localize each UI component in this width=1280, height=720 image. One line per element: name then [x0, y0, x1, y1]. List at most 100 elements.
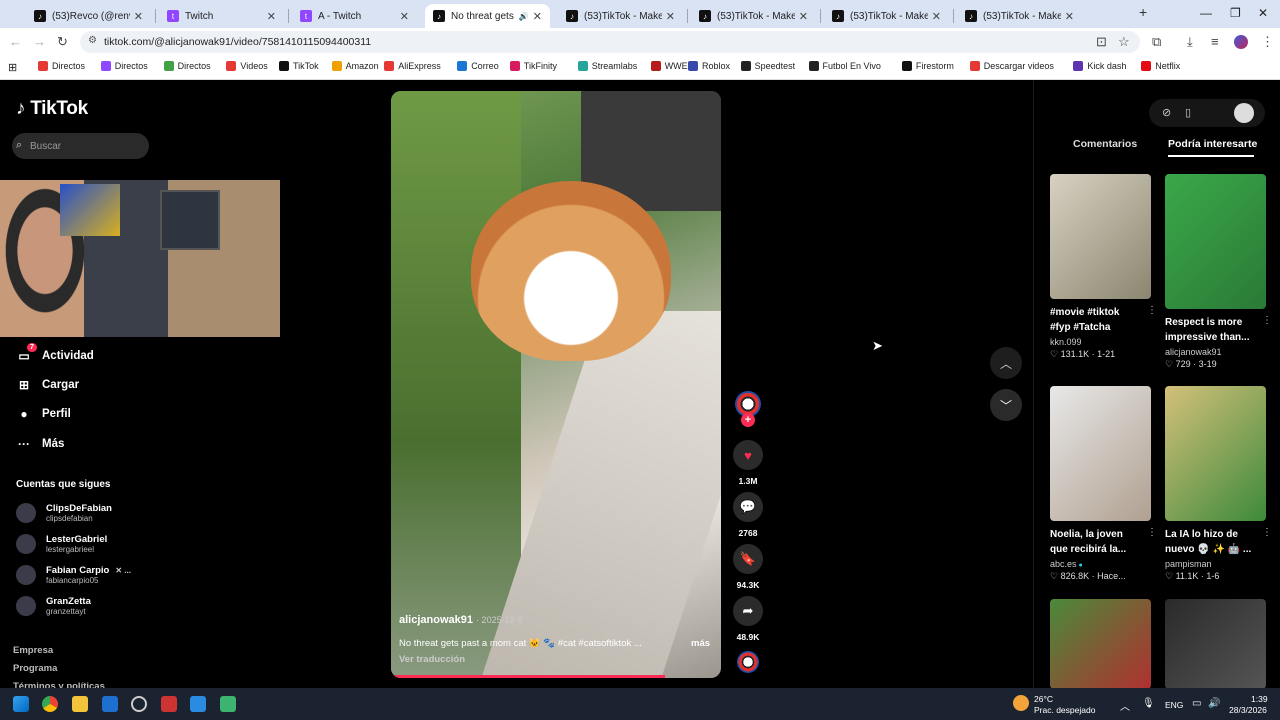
card-title[interactable]: #movie #tiktok #fyp #Tatcha: [1050, 305, 1138, 336]
volume-icon[interactable]: 🔊: [1208, 698, 1220, 709]
video-thumbnail[interactable]: [1165, 599, 1266, 689]
tab-suggestions[interactable]: Podría interesarte: [1168, 138, 1257, 150]
minimize-icon[interactable]: —: [1200, 6, 1212, 20]
bookmark-item[interactable]: Directos: [38, 61, 85, 71]
suggested-video-card[interactable]: Respect is more impressive than... ⋮ alicj…: [1165, 174, 1272, 370]
tab-comments[interactable]: Comentarios: [1073, 138, 1137, 150]
suggested-video-card[interactable]: Noelia, la joven que recibirá la... ⋮ abc.…: [1050, 386, 1157, 582]
card-more-icon[interactable]: ⋮: [1147, 527, 1157, 538]
bookmark-item[interactable]: Streamlabs: [577, 61, 637, 71]
card-author[interactable]: pampisman: [1165, 559, 1266, 569]
tab-close-icon[interactable]: ✕: [267, 10, 276, 23]
apps-icon[interactable]: ⊞: [8, 61, 17, 74]
bookmark-item[interactable]: Videos: [226, 61, 268, 71]
bookmark-item[interactable]: Correo: [457, 61, 499, 71]
followed-account[interactable]: ClipsDeFabian clipsdefabian: [16, 503, 112, 523]
bookmark-item[interactable]: Kick dash: [1073, 61, 1126, 71]
suggested-video-card[interactable]: #movie #tiktok #fyp #Tatcha ⋮ kkn.099 ♡ 131…: [1050, 174, 1157, 360]
address-bar[interactable]: ⚙ tiktok.com/@alicjanowak91/video/758141…: [80, 31, 1140, 53]
browser-tab[interactable]: ♪ (53)TikTok - Make Your D ✕: [558, 4, 683, 28]
tab-close-icon[interactable]: ✕: [666, 10, 675, 23]
app-red-icon[interactable]: [161, 696, 177, 712]
follow-plus-icon[interactable]: +: [741, 413, 755, 427]
tab-close-icon[interactable]: ✕: [932, 10, 941, 23]
video-author[interactable]: alicjanowak91: [399, 614, 473, 626]
browser-tab[interactable]: ♪ (53)TikTok - Make Your D ✕: [691, 4, 816, 28]
download-icon[interactable]: ⤓: [1187, 34, 1193, 50]
bookmark-item[interactable]: Futbol En Vivo: [808, 61, 881, 71]
install-icon[interactable]: ⊡: [1096, 34, 1107, 50]
app-circle-icon[interactable]: [131, 696, 147, 712]
lang-indicator[interactable]: ENG: [1165, 700, 1183, 710]
tab-close-icon[interactable]: ✕: [533, 10, 542, 23]
card-more-icon[interactable]: ⋮: [1147, 305, 1157, 316]
footer-link[interactable]: Empresa: [13, 645, 53, 656]
tray-chevron-icon[interactable]: ︿: [1120, 698, 1130, 713]
browser-tab[interactable]: ♪ (53)Revco (@renvco) | Tik ✕: [26, 4, 151, 28]
footer-link[interactable]: Programa: [13, 663, 57, 674]
card-more-icon[interactable]: ⋮: [1262, 315, 1272, 326]
followed-account[interactable]: GranZetta granzettayt: [16, 596, 91, 616]
bookmark-item[interactable]: Roblox: [688, 61, 730, 71]
search-input[interactable]: ⌕ Buscar: [12, 133, 149, 159]
bookmark-item[interactable]: Amazon: [331, 61, 379, 71]
comment-action[interactable]: 💬 2768: [733, 492, 763, 538]
back-icon[interactable]: ←: [9, 34, 22, 49]
card-author[interactable]: alicjanowak91: [1165, 347, 1266, 357]
card-title[interactable]: La IA lo hizo de nuevo 💀 ✨ 🤖 ...: [1165, 527, 1253, 558]
media-icon[interactable]: ≡: [1211, 34, 1219, 49]
video-thumbnail[interactable]: [1050, 174, 1151, 299]
maximize-icon[interactable]: ❐: [1230, 6, 1241, 20]
bookmark-item[interactable]: TikFinity: [509, 61, 557, 71]
share-action[interactable]: ➦ 48.9K: [733, 596, 763, 642]
extensions-icon[interactable]: ⧉: [1152, 34, 1161, 50]
like-action[interactable]: ♥ 1.3M: [733, 440, 763, 486]
sidebar-item-perfil[interactable]: ● Perfil: [16, 407, 70, 421]
star-icon[interactable]: ☆: [1118, 34, 1130, 50]
chrome-icon[interactable]: [42, 696, 58, 712]
sidebar-item-cargar[interactable]: ⊞ Cargar: [16, 378, 79, 392]
profile-avatar[interactable]: [1234, 35, 1248, 49]
reload-icon[interactable]: ↻: [57, 34, 68, 50]
like-icon[interactable]: ♥: [733, 440, 763, 470]
bookmark-item[interactable]: Firestorm: [901, 61, 954, 71]
app-blue-icon[interactable]: [190, 696, 206, 712]
weather-icon[interactable]: [1013, 695, 1029, 711]
video-thumbnail[interactable]: [1050, 599, 1151, 689]
sidebar-item-más[interactable]: ··· Más: [16, 437, 64, 451]
suggested-video-card[interactable]: [1050, 599, 1151, 689]
bookmark-item[interactable]: Netflix: [1141, 61, 1180, 71]
caption-more-link[interactable]: más: [691, 638, 710, 649]
explore-icon[interactable]: ⊘: [1162, 106, 1171, 119]
close-window-icon[interactable]: ✕: [1258, 6, 1268, 20]
bookmark-action[interactable]: 🔖 94.3K: [733, 544, 763, 590]
prev-video-button[interactable]: ︿: [990, 347, 1022, 379]
video-thumbnail[interactable]: [1050, 386, 1151, 521]
video-progress-bar[interactable]: [391, 675, 665, 678]
suggested-video-card[interactable]: [1165, 599, 1266, 689]
tab-close-icon[interactable]: ✕: [799, 10, 808, 23]
device-icon[interactable]: ▯: [1185, 106, 1191, 119]
card-title[interactable]: Respect is more impressive than...: [1165, 315, 1253, 346]
menu-icon[interactable]: ⋮: [1261, 34, 1274, 50]
sidebar-item-actividad[interactable]: ▭ Actividad 7: [16, 343, 94, 363]
followed-account[interactable]: LesterGabriel lestergabrieel: [16, 534, 107, 554]
app-v-icon[interactable]: [102, 696, 118, 712]
user-avatar[interactable]: [1234, 103, 1254, 123]
bookmark-item[interactable]: WWE: [650, 61, 688, 71]
folder-icon[interactable]: [72, 696, 88, 712]
browser-tab[interactable]: ♪ (53)TikTok - Make Your D ✕: [824, 4, 949, 28]
tab-close-icon[interactable]: ✕: [134, 10, 143, 23]
bookmark-item[interactable]: AliExpress: [384, 61, 441, 71]
tab-close-icon[interactable]: ✕: [1065, 10, 1074, 23]
tiktok-logo[interactable]: ♪ TikTok: [16, 98, 88, 120]
translate-link[interactable]: Ver traducción: [399, 654, 465, 665]
tab-audio-icon[interactable]: 🔊: [519, 12, 529, 21]
tab-close-icon[interactable]: ✕: [400, 10, 409, 23]
new-tab-button[interactable]: +: [1139, 4, 1147, 20]
browser-tab[interactable]: ♪ (53)TikTok - Make Your D ✕: [957, 4, 1082, 28]
next-video-button[interactable]: ﹀: [990, 389, 1022, 421]
site-info-icon[interactable]: ⚙: [88, 35, 97, 46]
suggested-video-card[interactable]: La IA lo hizo de nuevo 💀 ✨ 🤖 ... ⋮ pampism…: [1165, 386, 1272, 582]
app-green-icon[interactable]: [220, 696, 236, 712]
